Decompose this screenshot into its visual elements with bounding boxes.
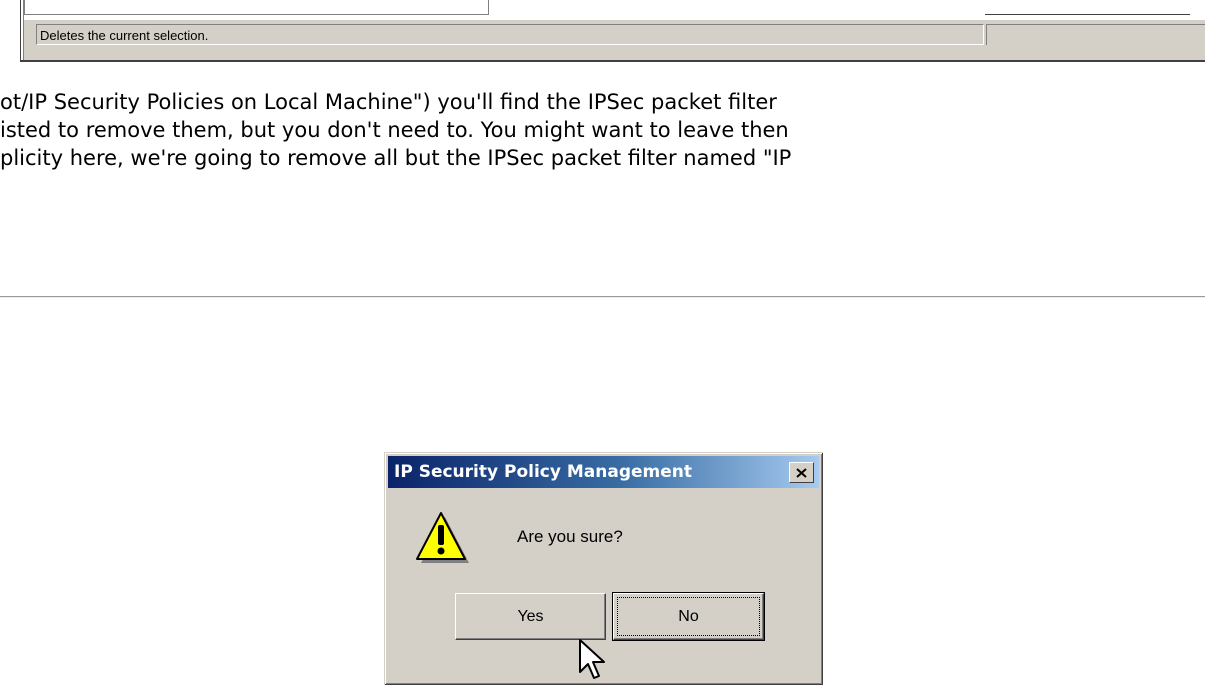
window-bottom-border — [20, 60, 1205, 62]
focus-rectangle — [617, 597, 760, 636]
console-right-pane-edge — [985, 0, 1190, 15]
window-border — [20, 0, 21, 62]
status-text: Deletes the current selection. — [36, 24, 984, 45]
confirm-dialog: IP Security Policy Management Are you su… — [384, 452, 823, 685]
mouse-cursor-icon — [579, 639, 605, 679]
console-window-fragment: Deletes the current selection. — [0, 0, 1205, 62]
close-icon — [796, 467, 807, 478]
article-text: ot/IP Security Policies on Local Machine… — [0, 88, 1205, 172]
article-line: isted to remove them, but you don't need… — [0, 118, 789, 142]
article-line: ot/IP Security Policies on Local Machine… — [0, 90, 777, 114]
warning-icon — [416, 512, 469, 563]
status-bar: Deletes the current selection. — [24, 20, 1205, 60]
horizontal-rule — [0, 296, 1205, 298]
console-tree-pane[interactable] — [24, 0, 489, 15]
close-button[interactable] — [789, 462, 814, 483]
dialog-titlebar[interactable]: IP Security Policy Management — [388, 456, 819, 488]
no-button[interactable]: No — [612, 592, 765, 641]
article-line: plicity here, we're going to remove all … — [0, 146, 792, 170]
dialog-message: Are you sure? — [517, 527, 623, 546]
status-panel-secondary — [986, 24, 1205, 45]
dialog-title: IP Security Policy Management — [394, 462, 692, 482]
yes-button-label: Yes — [517, 607, 544, 625]
yes-button[interactable]: Yes — [455, 593, 606, 640]
